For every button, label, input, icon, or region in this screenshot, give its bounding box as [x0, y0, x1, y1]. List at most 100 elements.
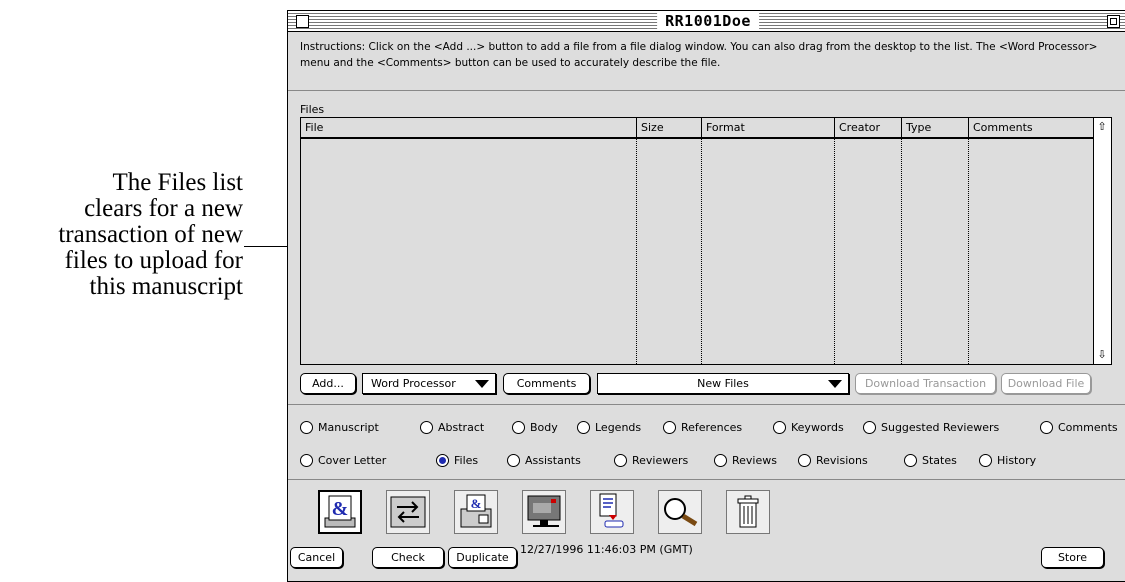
radio-cover-letter[interactable]: Cover Letter: [300, 454, 386, 468]
radio-label: Cover Letter: [318, 454, 387, 467]
download-transaction-button[interactable]: Download Transaction: [855, 373, 996, 394]
column-divider: [701, 139, 702, 364]
word-processor-menu[interactable]: Word Processor: [362, 373, 496, 394]
radio-label: Reviewers: [632, 454, 689, 467]
computer-monitor-icon[interactable]: [522, 490, 566, 534]
radio-abstract[interactable]: Abstract: [420, 421, 484, 435]
radio-button-icon: [420, 421, 433, 434]
radio-button-icon: [614, 454, 627, 467]
radio-files[interactable]: Files: [436, 454, 478, 468]
radio-history[interactable]: History: [979, 454, 1036, 468]
column-header-comments[interactable]: Comments: [969, 118, 1093, 137]
radio-manuscript[interactable]: Manuscript: [300, 421, 379, 435]
scroll-up-arrow-icon[interactable]: ⇧: [1096, 121, 1108, 133]
close-box-icon[interactable]: [296, 15, 309, 28]
radio-suggested-reviewers[interactable]: Suggested Reviewers: [863, 421, 999, 435]
check-button[interactable]: Check: [372, 547, 444, 568]
annotation-line-5: this manuscript: [89, 273, 243, 300]
radio-button-icon: [300, 421, 313, 434]
radio-label: Comments: [1058, 421, 1118, 434]
files-table[interactable]: File Size Format Creator Type Comments ⇧…: [300, 117, 1112, 365]
annotation-line-4: files to upload for: [64, 247, 243, 274]
radio-button-icon: [798, 454, 811, 467]
fax-machine-icon[interactable]: &: [454, 490, 498, 534]
radio-button-icon: [773, 421, 786, 434]
column-divider: [636, 139, 637, 364]
timestamp: 12/27/1996 11:46:03 PM (GMT): [520, 543, 693, 556]
word-processor-label: Word Processor: [371, 377, 456, 390]
ampersand-printer-icon[interactable]: &: [318, 490, 362, 534]
column-header-file[interactable]: File: [301, 118, 637, 137]
divider: [288, 404, 1125, 405]
radio-keywords[interactable]: Keywords: [773, 421, 844, 435]
document-send-icon[interactable]: [590, 490, 634, 534]
trash-can-icon[interactable]: [726, 490, 770, 534]
radio-references[interactable]: References: [663, 421, 742, 435]
divider: [288, 90, 1125, 91]
files-table-header: File Size Format Creator Type Comments: [301, 118, 1106, 139]
radio-label: References: [681, 421, 743, 434]
duplicate-button[interactable]: Duplicate: [448, 547, 517, 568]
radio-states[interactable]: States: [904, 454, 957, 468]
radio-assistants[interactable]: Assistants: [507, 454, 581, 468]
radio-button-icon: [1040, 421, 1053, 434]
radio-button-icon: [577, 421, 590, 434]
column-divider: [834, 139, 835, 364]
radio-label: Revisions: [816, 454, 868, 467]
radio-comments[interactable]: Comments: [1040, 421, 1118, 435]
dropdown-arrow-icon: [475, 380, 489, 388]
annotation-line-2: clears for a new: [84, 195, 243, 222]
files-list-label: Files: [300, 103, 325, 116]
radio-reviewers[interactable]: Reviewers: [614, 454, 688, 468]
add-file-button[interactable]: Add...: [300, 373, 356, 394]
cancel-button[interactable]: Cancel: [290, 547, 343, 568]
radio-revisions[interactable]: Revisions: [798, 454, 868, 468]
radio-button-icon: [979, 454, 992, 467]
radio-button-icon: [507, 454, 520, 467]
radio-label: Files: [454, 454, 479, 467]
scroll-down-arrow-icon[interactable]: ⇩: [1096, 349, 1108, 361]
radio-label: Suggested Reviewers: [881, 421, 1000, 434]
radio-button-icon: [300, 454, 313, 467]
radio-label: Reviews: [732, 454, 777, 467]
radio-button-icon: [714, 454, 727, 467]
window-title: RR1001Doe: [657, 12, 759, 30]
divider: [288, 479, 1125, 480]
download-file-button[interactable]: Download File: [1001, 373, 1091, 394]
svg-text:&: &: [332, 498, 349, 520]
transaction-select[interactable]: New Files: [597, 373, 849, 394]
title-bar[interactable]: RR1001Doe: [288, 11, 1125, 32]
magnifier-icon[interactable]: [658, 490, 702, 534]
column-header-creator[interactable]: Creator: [835, 118, 902, 137]
radio-label: States: [922, 454, 957, 467]
annotation-line-3: transaction of new: [58, 221, 243, 248]
instructions-text: Instructions: Click on the <Add ...> but…: [300, 41, 1098, 69]
column-header-type[interactable]: Type: [902, 118, 969, 137]
radio-button-icon: [863, 421, 876, 434]
dropdown-arrow-icon: [828, 380, 842, 388]
column-header-format[interactable]: Format: [702, 118, 835, 137]
radio-button-icon: [512, 421, 525, 434]
radio-label: History: [997, 454, 1037, 467]
radio-label: Assistants: [525, 454, 581, 467]
manuscript-window: RR1001Doe Instructions: Click on the <Ad…: [287, 10, 1125, 582]
radio-reviews[interactable]: Reviews: [714, 454, 777, 468]
radio-label: Body: [530, 421, 558, 434]
radio-button-icon: [904, 454, 917, 467]
radio-label: Keywords: [791, 421, 844, 434]
comments-button[interactable]: Comments: [503, 373, 590, 394]
radio-label: Legends: [595, 421, 642, 434]
transaction-select-label: New Files: [697, 377, 749, 390]
files-scrollbar[interactable]: ⇧ ⇩: [1093, 118, 1111, 364]
radio-legends[interactable]: Legends: [577, 421, 641, 435]
svg-text:&: &: [471, 496, 482, 511]
store-button[interactable]: Store: [1041, 547, 1104, 568]
column-header-size[interactable]: Size: [637, 118, 702, 137]
transfer-arrows-icon[interactable]: [386, 490, 430, 534]
radio-button-selected-icon: [436, 454, 449, 467]
annotation-text: The Files list clears for a new transact…: [0, 170, 243, 300]
zoom-box-icon[interactable]: [1107, 15, 1120, 28]
column-divider: [901, 139, 902, 364]
radio-body[interactable]: Body: [512, 421, 558, 435]
column-divider: [968, 139, 969, 364]
